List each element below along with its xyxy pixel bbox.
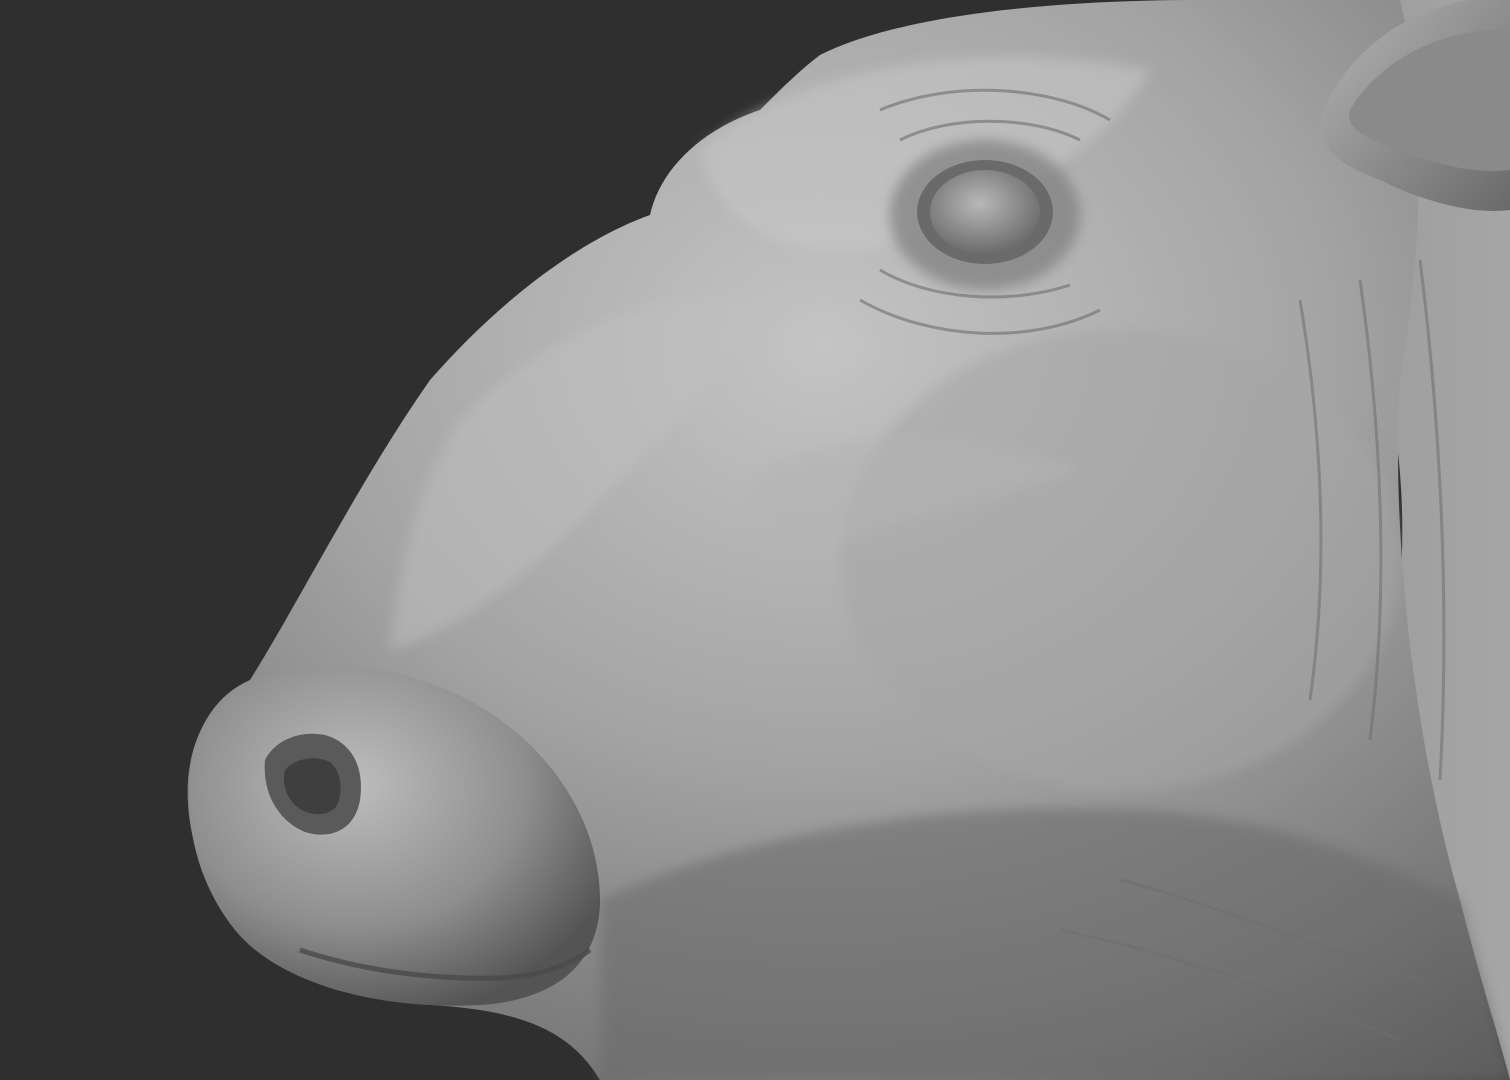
- sculpt-viewport[interactable]: [0, 0, 1510, 1080]
- cheek-mass: [840, 330, 1400, 790]
- eye: [930, 170, 1040, 254]
- cow-head-sculpt: [0, 0, 1510, 1080]
